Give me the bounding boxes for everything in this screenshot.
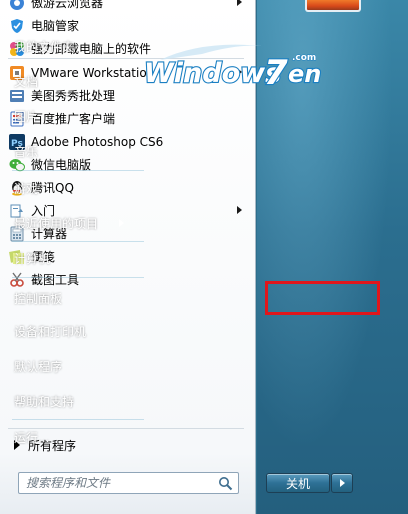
place-label: 运行... [14,430,50,445]
program-label: 电脑管家 [31,19,80,33]
place-my-folder[interactable]: 我的文件夹 [10,33,146,59]
place-help-and-support[interactable]: 帮助和支持 [10,388,146,414]
submenu-arrow-icon [237,206,242,214]
pc-manager-shield-icon [8,17,25,34]
place-label: 默认程序 [14,359,63,374]
search-icon[interactable] [218,476,233,491]
program-item-maxthon[interactable]: 傲游云浏览器 [0,0,252,14]
submenu-arrow-icon [237,68,242,76]
places-divider [12,419,144,420]
chevron-right-icon [339,479,345,487]
place-label: 帮助和支持 [14,394,75,409]
place-games[interactable]: 游戏 [10,175,146,201]
place-label: 图片 [14,109,39,124]
place-pictures[interactable]: 图片 [10,103,146,129]
place-label: 音乐 [14,144,39,159]
search-box[interactable] [18,472,239,494]
user-account-picture[interactable] [305,0,361,12]
search-input[interactable] [26,476,206,490]
place-recent-items[interactable]: 最近使用的项目 [10,210,146,236]
place-devices-and-printers[interactable]: 设备和打印机 [10,318,146,344]
program-label: 傲游云浏览器 [31,0,104,10]
place-label: 我的文件夹 [14,39,75,54]
place-computer[interactable]: 计算机 [10,245,146,271]
place-label: 控制面板 [14,291,63,306]
shutdown-label: 关机 [285,476,310,491]
shutdown-options-button[interactable] [331,473,353,493]
place-default-programs[interactable]: 默认程序 [10,353,146,379]
submenu-arrow-icon [119,219,124,227]
places-divider [12,170,144,171]
place-label: 最近使用的项目 [14,216,99,231]
place-music[interactable]: 音乐 [10,138,146,164]
place-label: 设备和打印机 [14,324,87,339]
submenu-arrow-icon [237,0,242,6]
place-run[interactable]: 运行... [10,424,146,450]
place-label: 文档 [14,74,39,89]
place-label: 游戏 [14,181,39,196]
place-label: 计算机 [14,251,51,266]
shutdown-button[interactable]: 关机 [266,473,330,493]
place-documents[interactable]: 文档 [10,68,146,94]
places-divider [12,241,144,242]
maxthon-icon [8,0,25,11]
places-divider [12,277,144,278]
start-menu-places-panel [257,0,408,514]
control-panel-highlight-annotation [265,281,380,315]
place-control-panel[interactable]: 控制面板 [10,285,146,311]
